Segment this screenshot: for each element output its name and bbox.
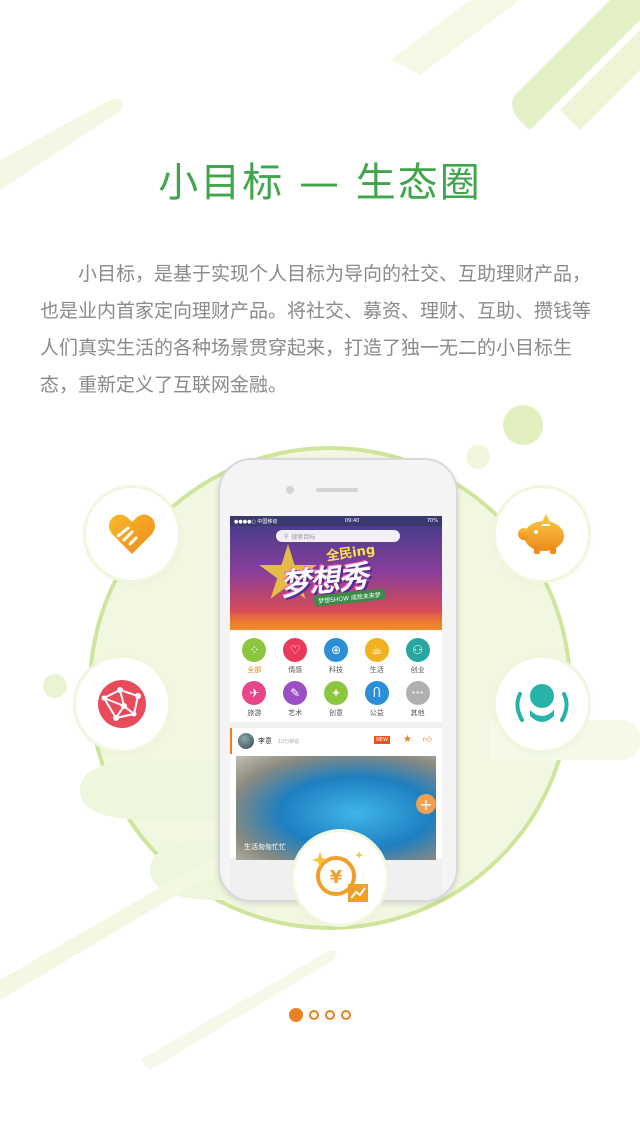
piggy-bank-graphic [518, 514, 564, 554]
new-badge: NEW [374, 736, 390, 744]
category-label: 情感 [288, 666, 303, 674]
category-item-0[interactable]: ⁘ 全部 [234, 638, 275, 675]
plus-icon[interactable]: + [416, 794, 436, 814]
handshake-heart-icon [86, 488, 178, 580]
category-label: 艺术 [288, 709, 303, 717]
page-dot-3[interactable] [325, 1010, 335, 1020]
category-label: 全部 [247, 666, 262, 674]
mutual-aid-graphic [515, 684, 569, 722]
category-item-2[interactable]: ⊕ 科技 [316, 638, 357, 675]
coin-growth-graphic: ¥ [312, 851, 368, 902]
crowd-decoration [230, 612, 442, 630]
art-icon: ✎ [283, 681, 308, 705]
category-item-8[interactable]: Ⴖ 公益 [356, 681, 397, 718]
network-globe-icon [76, 658, 168, 750]
category-grid: ⁘ 全部 ♡ 情感 ⊕ 科技 ☕ 生活 ⚇ 创业 ✈ 旅游 ✎ 艺术 ✦ 创意 Ⴖ 公益 ••• 其他 [230, 630, 442, 722]
star-icon[interactable]: ★ [403, 734, 412, 745]
category-label: 公益 [369, 709, 384, 717]
category-item-6[interactable]: ✎ 艺术 [275, 681, 316, 718]
page-dot-2[interactable] [309, 1010, 319, 1020]
status-time: 09:40 [344, 518, 360, 524]
category-item-3[interactable]: ☕ 生活 [356, 638, 397, 675]
more-icon: ••• [405, 681, 430, 705]
page-dot-1[interactable] [289, 1008, 303, 1022]
person-icon: ⚇ [405, 638, 430, 662]
avatar[interactable] [238, 733, 254, 749]
status-battery: 70% [426, 518, 438, 524]
category-label: 旅游 [247, 709, 262, 717]
phone-camera [286, 486, 294, 494]
page-title: 小目标 — 生态圈 [158, 160, 482, 206]
heart-icon: ♡ [283, 638, 308, 662]
bulb-icon: ✦ [323, 681, 348, 705]
coin-growth-icon: ¥ [294, 832, 386, 924]
phone-speaker [316, 488, 358, 492]
post-time: 10分钟前 [278, 738, 300, 745]
promo-banner[interactable]: ⚲ 搜索目标 全民ing 梦想秀 梦想SHOW 成就未来梦 [230, 526, 442, 630]
mutual-aid-icon [496, 658, 588, 750]
status-carrier: ●●●●○ 中国移动 [234, 518, 278, 525]
post-caption: 生活匆匆忙忙 [244, 843, 286, 851]
category-label: 创意 [328, 709, 343, 717]
category-item-1[interactable]: ♡ 情感 [275, 638, 316, 675]
plane-icon: ✈ [242, 681, 267, 705]
ribbon-icon: Ⴖ [364, 681, 389, 705]
search-input[interactable]: ⚲ 搜索目标 [276, 530, 400, 542]
handshake-heart-graphic [109, 514, 155, 554]
category-label: 创业 [410, 666, 425, 674]
category-item-7[interactable]: ✦ 创意 [316, 681, 357, 718]
piggy-bank-icon [496, 488, 588, 580]
page-description: 小目标，是基于实现个人目标为导向的社交、互助理财产品，也是业内首家定向理财产品。… [40, 263, 592, 396]
network-globe-graphic [98, 680, 146, 728]
category-label: 其他 [410, 709, 425, 717]
category-label: 科技 [328, 666, 343, 674]
category-item-9[interactable]: ••• 其他 [397, 681, 438, 718]
globe-icon: ⊕ [323, 638, 348, 662]
category-item-5[interactable]: ✈ 旅游 [234, 681, 275, 718]
cup-icon: ☕ [364, 638, 389, 662]
page-indicator [0, 1008, 640, 1022]
page-dot-4[interactable] [341, 1010, 351, 1020]
thumb-up-icon[interactable]: 👍︎ [423, 735, 432, 745]
svg-text:¥: ¥ [330, 867, 343, 888]
grid-icon: ⁘ [242, 638, 267, 662]
status-bar: ●●●●○ 中国移动 09:40 70% [230, 516, 442, 526]
post-username[interactable]: 李意 [258, 736, 272, 746]
category-item-4[interactable]: ⚇ 创业 [397, 638, 438, 675]
search-icon: ⚲ [284, 532, 289, 540]
category-label: 生活 [369, 666, 384, 674]
search-placeholder: 搜索目标 [291, 533, 316, 541]
